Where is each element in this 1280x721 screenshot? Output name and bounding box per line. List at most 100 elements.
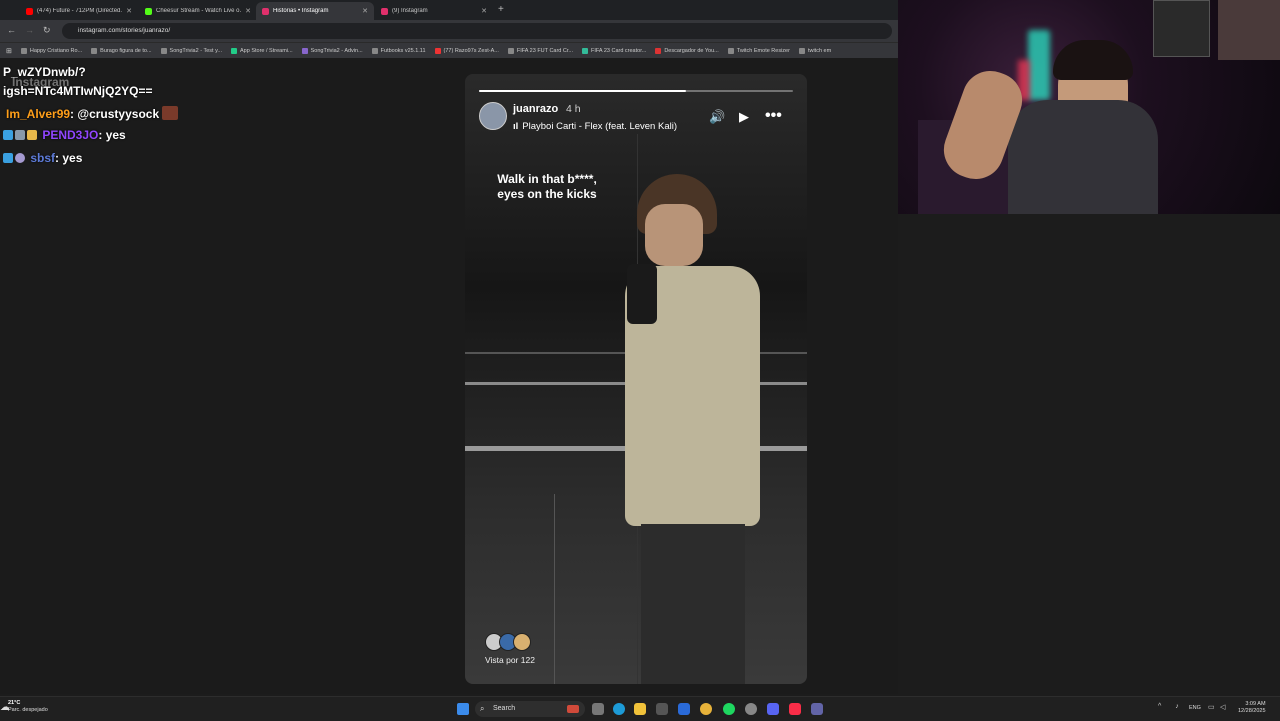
- teams-icon[interactable]: [811, 703, 823, 715]
- url-field[interactable]: instagram.com/stories/juanrazo/: [62, 23, 892, 39]
- spotify-icon[interactable]: [723, 703, 735, 715]
- bookmark-label: FIFA 23 Card creator...: [590, 47, 647, 54]
- taskbar-search[interactable]: ⌕ Search: [475, 701, 585, 717]
- person-face: [645, 204, 703, 266]
- obs-icon[interactable]: [745, 703, 757, 715]
- clock-date: 12/28/2025: [1238, 708, 1266, 714]
- bookmark-icon: [434, 47, 441, 54]
- bookmark-item[interactable]: Twitch Emote Resizer: [727, 47, 790, 54]
- story-viewer[interactable]: juanrazo 4 h ıl Playboi Carti - Flex (fea…: [465, 74, 807, 684]
- chrome-icon[interactable]: [700, 703, 712, 715]
- bookmarks-bar: ⊞ Happy Cristiano Ro... Burago figura de…: [0, 42, 898, 58]
- story-username[interactable]: juanrazo: [513, 103, 558, 115]
- volume-tray-icon[interactable]: ◁: [1220, 703, 1225, 711]
- bookmark-item[interactable]: FIFA 23 Card creator...: [581, 47, 647, 54]
- tab-kick[interactable]: Cheesur Stream - Watch Live o... ✕: [139, 2, 257, 20]
- chat-username[interactable]: Im_Alver99: [6, 107, 70, 121]
- weather-widget[interactable]: 21°C Parc. despejado: [8, 700, 48, 714]
- close-tab-icon[interactable]: ✕: [245, 7, 251, 15]
- song-title: Playboi Carti - Flex (feat. Leven Kali): [522, 121, 677, 132]
- search-label: Search: [493, 705, 516, 712]
- volume-icon[interactable]: 🔊: [709, 109, 725, 125]
- bookmark-icon: [20, 47, 27, 54]
- close-tab-icon[interactable]: ✕: [481, 7, 487, 15]
- chat-message: PEND3JO: yes: [3, 128, 126, 142]
- viewer-avatars[interactable]: [485, 633, 531, 651]
- chat-text: : yes: [55, 151, 83, 165]
- instagram-icon: [262, 7, 269, 15]
- bookmark-item[interactable]: Happy Cristiano Ro...: [20, 47, 82, 54]
- bookmark-item[interactable]: SongTrivia2 - Test y...: [160, 47, 222, 54]
- play-icon[interactable]: ▶: [739, 109, 749, 125]
- bookmark-icon: [231, 47, 238, 54]
- tab-instagram-stories[interactable]: Historias • Instagram ✕: [256, 2, 374, 20]
- audio-bars-icon: ıl: [513, 121, 519, 132]
- story-caption: Walk in that b****, eyes on the kicks: [497, 172, 597, 201]
- chat-message: sbsf: yes: [3, 151, 82, 165]
- bookmark-icon: [507, 47, 514, 54]
- forward-icon[interactable]: →: [25, 25, 34, 35]
- bookmark-item[interactable]: Descargador de You...: [655, 47, 719, 54]
- bookmark-label: Futbooks v25.1.11: [380, 47, 426, 54]
- back-icon[interactable]: ←: [7, 25, 16, 35]
- discord-icon[interactable]: [767, 703, 779, 715]
- language-indicator[interactable]: ENG: [1189, 705, 1201, 711]
- bookmark-icon: [798, 47, 805, 54]
- windows-start-icon[interactable]: [457, 703, 469, 715]
- bookmark-icon: [581, 47, 588, 54]
- task-view-icon[interactable]: [592, 703, 604, 715]
- bookmark-item[interactable]: Burago figura de to...: [91, 47, 152, 54]
- search-highlight-icon: [567, 705, 579, 713]
- network-icon[interactable]: ▭: [1208, 703, 1215, 711]
- chat-message: Im_Alver99: @crustyysock: [6, 106, 180, 121]
- system-tray[interactable]: ^ ♪: [1158, 703, 1185, 710]
- bookmark-icon: [655, 47, 662, 54]
- store-icon[interactable]: [656, 703, 668, 715]
- edge-icon[interactable]: [613, 703, 625, 715]
- seen-by-count[interactable]: Vista por 122: [485, 655, 535, 665]
- emote-icon: [162, 106, 179, 120]
- bookmark-item[interactable]: FIFA 23 FUT Card Cr...: [507, 47, 573, 54]
- clock[interactable]: 3:09 AM 12/28/2025: [1238, 701, 1266, 715]
- elevator-wall-line: [554, 494, 555, 684]
- story-song[interactable]: ıl Playboi Carti - Flex (feat. Leven Kali…: [513, 121, 677, 132]
- file-explorer-icon[interactable]: [634, 703, 646, 715]
- bookmark-label: Burago figura de to...: [100, 47, 152, 54]
- bookmark-icon: [91, 47, 98, 54]
- bookmark-icon: [301, 47, 308, 54]
- music-icon[interactable]: [789, 703, 801, 715]
- more-options-icon[interactable]: •••: [765, 107, 782, 125]
- kick-icon: [145, 7, 152, 15]
- phone: [627, 264, 657, 324]
- story-progress-fill: [479, 90, 687, 92]
- story-progress-bar: [479, 90, 793, 92]
- tab-instagram[interactable]: (9) Instagram ✕: [375, 2, 493, 20]
- reload-icon[interactable]: ↻: [43, 25, 51, 36]
- bookmark-item[interactable]: App Store / Streami...: [231, 47, 293, 54]
- new-tab-button[interactable]: +: [498, 4, 504, 15]
- badge-icon: [15, 153, 25, 163]
- bookmark-label: Twitch Emote Resizer: [736, 47, 790, 54]
- bookmark-item[interactable]: Futbooks v25.1.11: [371, 47, 426, 54]
- person-pants: [641, 524, 745, 684]
- close-tab-icon[interactable]: ✕: [126, 7, 132, 15]
- chat-username[interactable]: sbsf: [30, 151, 55, 165]
- chat-fragment: igsh=NTc4MTIwNjQ2YQ==: [3, 84, 153, 98]
- viewer-avatar: [513, 633, 531, 651]
- apps-grid-icon[interactable]: ⊞: [6, 47, 12, 55]
- badge-icon: [15, 130, 25, 140]
- bookmark-icon: [371, 47, 378, 54]
- tab-youtube[interactable]: (474) Future - 712PM (Directed... ✕: [20, 2, 138, 20]
- chat-username[interactable]: PEND3JO: [42, 128, 98, 142]
- mail-icon[interactable]: [678, 703, 690, 715]
- bookmark-label: FIFA 23 FUT Card Cr...: [516, 47, 573, 54]
- bookmark-item[interactable]: twitch em: [798, 47, 831, 54]
- search-icon: ⌕: [480, 704, 485, 713]
- bookmark-item[interactable]: (77) Razo97s Zest-A...: [434, 47, 499, 54]
- avatar[interactable]: [479, 102, 507, 130]
- bookmark-item[interactable]: SongTrivia2 - Advin...: [301, 47, 363, 54]
- browser-tab-bar: (474) Future - 712PM (Directed... ✕ Chee…: [0, 0, 898, 20]
- bookmark-label: Descargador de You...: [664, 47, 719, 54]
- tab-label: Historias • Instagram: [273, 8, 329, 14]
- close-tab-icon[interactable]: ✕: [362, 7, 368, 15]
